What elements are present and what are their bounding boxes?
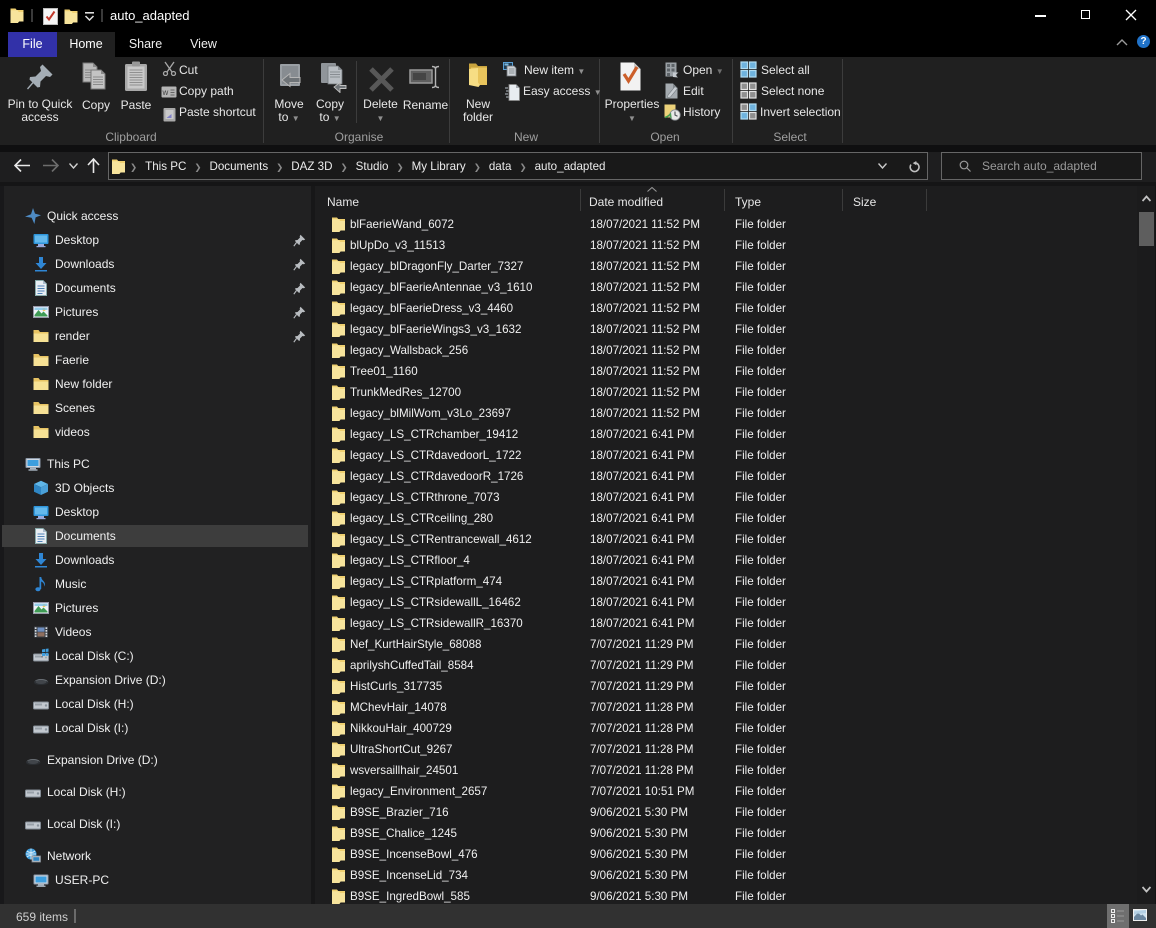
svg-text:w: w xyxy=(162,88,169,97)
